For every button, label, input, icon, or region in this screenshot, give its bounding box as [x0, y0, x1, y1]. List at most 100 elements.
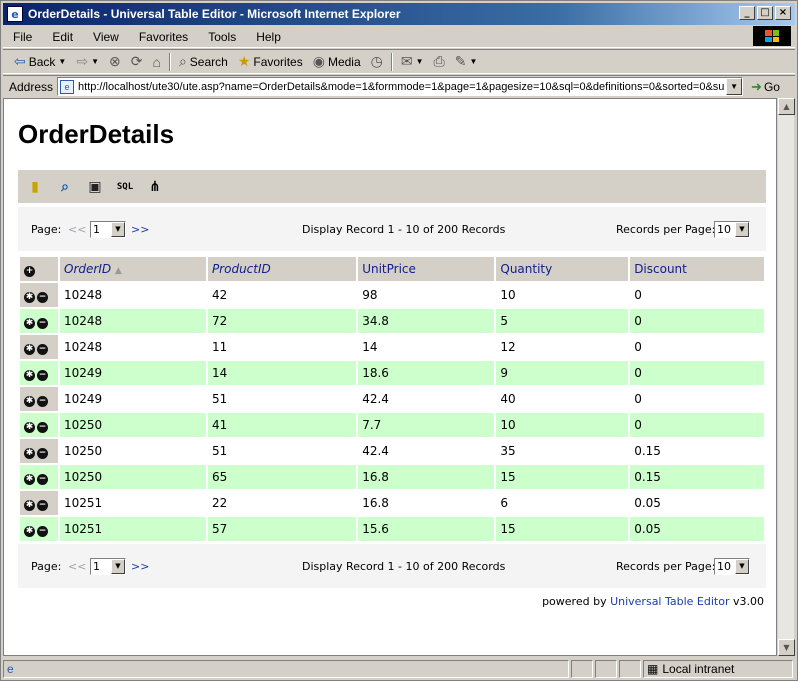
delete-record-icon[interactable]: − [37, 447, 48, 459]
edit-record-icon[interactable]: ✱ [24, 317, 35, 329]
edit-record-icon[interactable]: ✱ [24, 395, 35, 407]
search-button[interactable]: ⌕ Search [174, 51, 233, 73]
table-cell: 51 [211, 392, 228, 406]
go-button[interactable]: ➜ Go [751, 79, 780, 95]
table-row: ✱ − 10248 11 14 12 0 [20, 335, 764, 359]
history-button[interactable]: ◷ [366, 51, 388, 73]
edit-record-icon[interactable]: ✱ [24, 525, 35, 537]
edit-record-icon[interactable]: ✱ [24, 343, 35, 355]
page-select[interactable]: 1 ▼ [90, 557, 126, 575]
minimize-button[interactable]: _ [739, 6, 755, 20]
table-cell: 10250 [60, 465, 206, 489]
menu-file[interactable]: File [3, 30, 42, 44]
table-cell: 10249 [60, 361, 206, 385]
table-cell: 10248 [60, 309, 206, 333]
table-cell: 11 [211, 340, 228, 354]
stop-button[interactable]: ⊗ [104, 51, 126, 73]
table-cell: 6 [500, 496, 509, 510]
delete-record-icon[interactable]: − [37, 525, 48, 537]
status-page-icon: e [7, 661, 14, 676]
delete-record-icon[interactable]: − [37, 369, 48, 381]
row-actions: ✱ − [20, 283, 58, 307]
edit-button[interactable]: ✎ ▼ [450, 51, 483, 73]
favorites-button[interactable]: ★ Favorites [233, 51, 308, 73]
row-actions: ✱ − [20, 361, 58, 385]
refresh-icon: ⟳ [130, 53, 143, 69]
ute-link[interactable]: Universal Table Editor [610, 595, 729, 608]
table-cell: 10248 [64, 288, 103, 302]
scroll-down-button[interactable]: ▼ [778, 639, 795, 656]
records-per-page-select[interactable]: 10 ▼ [714, 557, 750, 575]
column-header-discount[interactable]: Discount [630, 257, 764, 281]
edit-record-icon[interactable]: ✱ [24, 473, 35, 485]
next-page-link[interactable]: >> [131, 560, 149, 573]
edit-record-icon[interactable]: ✱ [24, 447, 35, 459]
forward-arrow-icon: ⇨ [76, 53, 89, 69]
edit-record-icon[interactable]: ✱ [24, 421, 35, 433]
table-cell: 10249 [64, 392, 103, 406]
delete-record-icon[interactable]: − [37, 343, 48, 355]
delete-record-icon[interactable]: − [37, 291, 48, 303]
table-cell: 0 [634, 288, 642, 302]
table-cell: 51 [211, 444, 228, 458]
edit-record-icon[interactable]: ✱ [24, 369, 35, 381]
menu-view[interactable]: View [83, 30, 129, 44]
menu-favorites[interactable]: Favorites [129, 30, 198, 44]
back-button[interactable]: ⇦ Back ▼ [9, 51, 71, 73]
save-icon[interactable]: ▣ [86, 178, 104, 196]
pager-bottom: Page: << 1 ▼ >> Display Record 1 - 10 of … [18, 544, 766, 588]
mail-button[interactable]: ✉ ▼ [396, 51, 429, 73]
address-dropdown[interactable]: ▼ [726, 78, 743, 95]
close-button[interactable]: × [775, 6, 791, 20]
structure-icon[interactable]: ⋔ [146, 178, 164, 196]
forward-button[interactable]: ⇨ ▼ [71, 51, 104, 73]
table-cell: 14 [207, 361, 357, 385]
delete-record-icon[interactable]: − [37, 317, 48, 329]
print-button[interactable]: ⎙ [429, 51, 450, 73]
sql-icon[interactable]: SQL [116, 178, 134, 196]
search-records-icon[interactable]: ⌕ [56, 178, 74, 196]
table-cell: 15.6 [358, 517, 495, 541]
add-icon[interactable]: + [24, 265, 35, 277]
records-per-page-select[interactable]: 10 ▼ [714, 220, 750, 238]
delete-record-icon[interactable]: − [37, 499, 48, 511]
menu-edit[interactable]: Edit [42, 30, 83, 44]
ute-toolbar: ▮ ⌕ ▣ SQL ⋔ [18, 170, 766, 203]
column-header-unitprice[interactable]: UnitPrice [358, 257, 495, 281]
row-actions: ✱ − [20, 491, 58, 515]
edit-record-icon[interactable]: ✱ [24, 291, 35, 303]
table-row: ✱ −10248 72 34.8 5 0 [20, 309, 764, 333]
vertical-scrollbar[interactable]: ▲ ▼ [777, 98, 795, 656]
column-header-productid[interactable]: ProductID [207, 257, 357, 281]
menu-tools[interactable]: Tools [198, 30, 246, 44]
table-cell: 10 [500, 288, 516, 302]
database-icon[interactable]: ▮ [26, 178, 44, 196]
scroll-up-button[interactable]: ▲ [778, 98, 795, 115]
media-button[interactable]: ◉ Media [308, 51, 366, 73]
table-cell: 7.7 [358, 413, 495, 437]
maximize-button[interactable]: □ [757, 6, 773, 20]
powered-by: powered by Universal Table Editor v3.00 [542, 595, 764, 608]
page-content: OrderDetails ▮ ⌕ ▣ SQL ⋔ Page: << 1 ▼ >> … [3, 98, 777, 656]
table-cell: 35 [500, 444, 516, 458]
refresh-button[interactable]: ⟳ [126, 51, 148, 73]
column-header-quantity[interactable]: Quantity [496, 257, 629, 281]
table-cell: 5 [496, 309, 629, 333]
menu-help[interactable]: Help [246, 30, 291, 44]
home-button[interactable]: ⌂ [147, 51, 165, 73]
table-cell: 0 [634, 340, 642, 354]
page-select[interactable]: 1 ▼ [90, 220, 126, 238]
row-actions: ✱ − [20, 309, 58, 333]
next-page-link[interactable]: >> [131, 223, 149, 236]
delete-record-icon[interactable]: − [37, 473, 48, 485]
delete-record-icon[interactable]: − [37, 395, 48, 407]
page-icon: e [60, 79, 75, 94]
address-input[interactable]: e http://localhost/ute30/ute.asp?name=Or… [57, 77, 744, 96]
table-cell: 15 [496, 465, 629, 489]
delete-record-icon[interactable]: − [37, 421, 48, 433]
column-header-orderid[interactable]: OrderID ▲ [60, 257, 206, 281]
table-cell: 10248 [64, 340, 103, 354]
table-cell: 72 [207, 309, 357, 333]
table-cell: 14 [362, 340, 378, 354]
edit-record-icon[interactable]: ✱ [24, 499, 35, 511]
